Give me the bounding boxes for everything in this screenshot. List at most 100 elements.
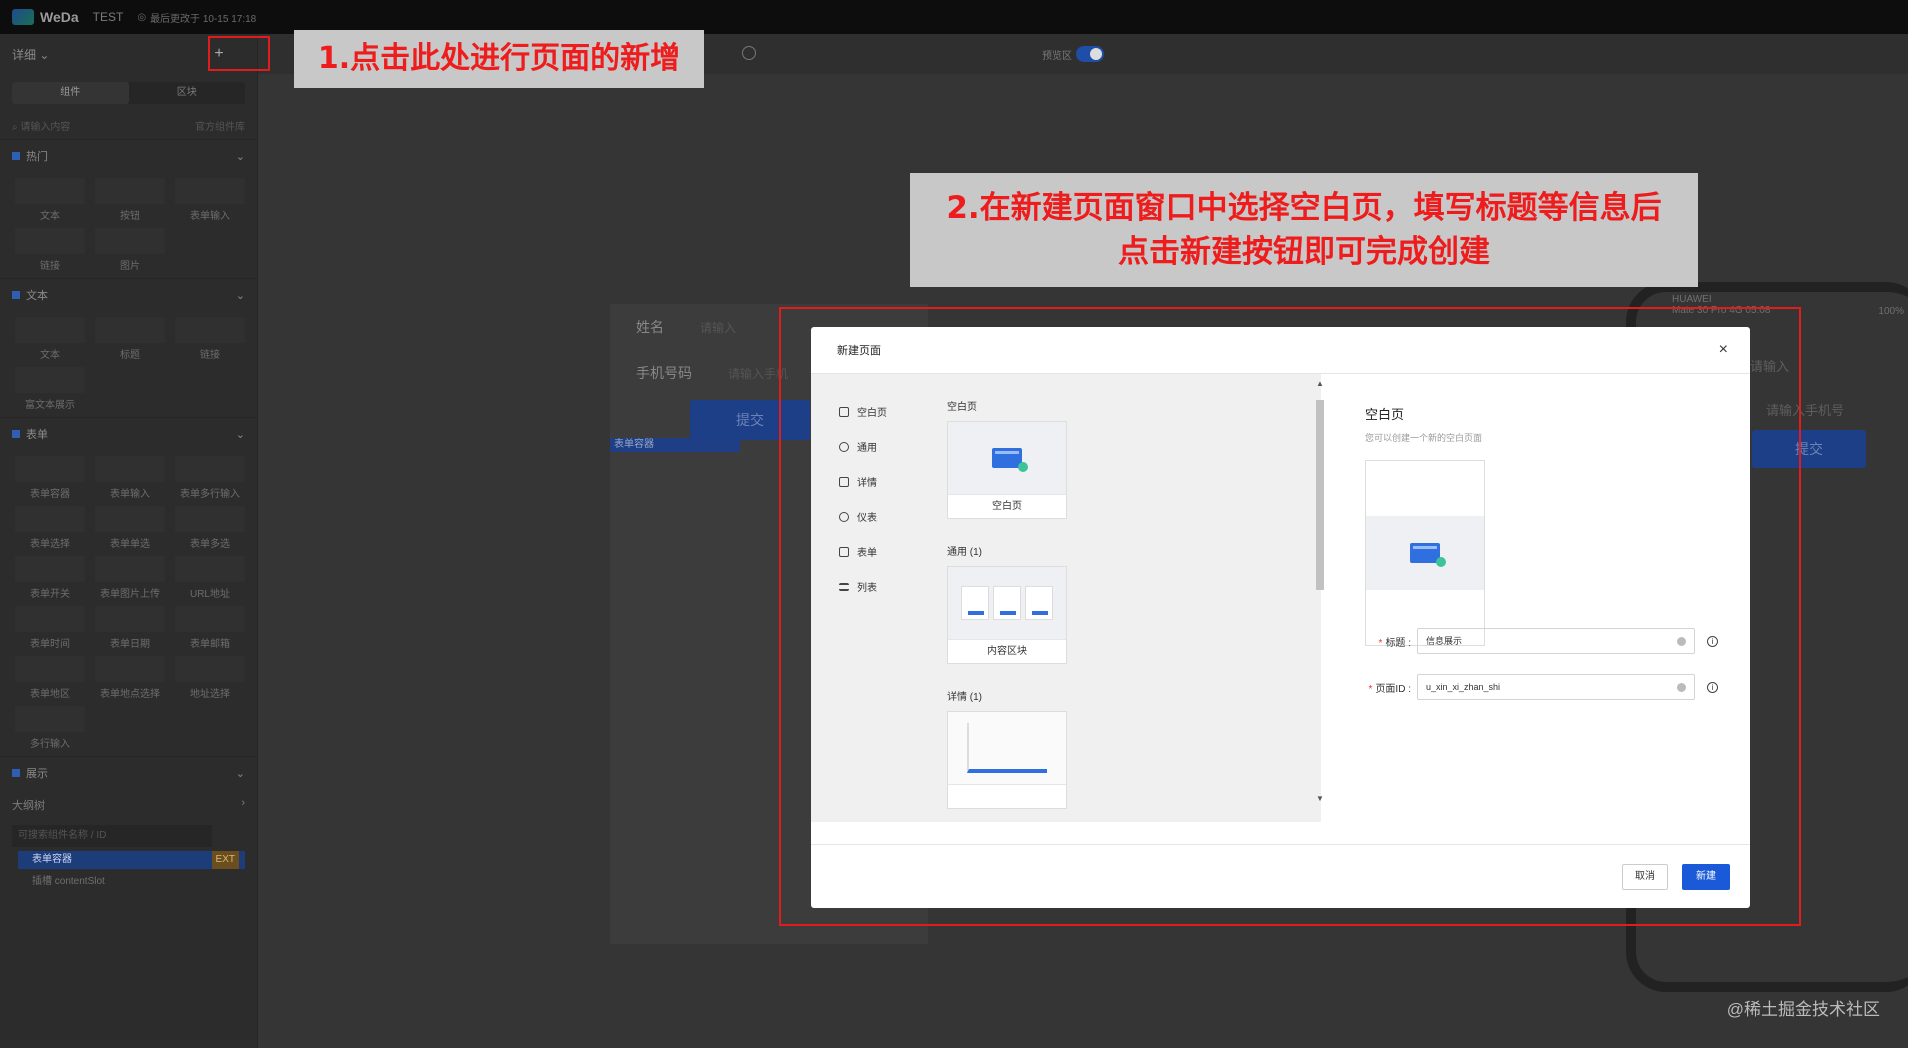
component-item[interactable]: 文本 (12, 178, 88, 222)
component-label: 文本 (40, 350, 60, 361)
outline-tree-header[interactable]: 大纲树 › (0, 789, 257, 821)
category-blank[interactable]: 空白页 (811, 394, 921, 429)
component-item[interactable]: 表单容器 (12, 456, 88, 500)
tree-badge: EXT (211, 851, 239, 869)
component-label: 表单容器 (30, 489, 70, 500)
category-list[interactable]: 列表 (811, 569, 921, 604)
library-select[interactable]: 官方组件库 (195, 118, 245, 133)
check-circle-icon: ◎ (137, 11, 147, 23)
template-preview: 空白页 您可以创建一个新的空白页面 (1351, 374, 1741, 822)
scroll-down-icon[interactable]: ▼ (1316, 795, 1324, 803)
component-label: URL地址 (189, 589, 230, 600)
template-scrollbar[interactable]: ▲ ▼ (1316, 380, 1324, 803)
region-icon (15, 656, 85, 682)
blank-page-icon (992, 448, 1028, 472)
brand-logo[interactable]: WeDa (12, 9, 79, 25)
component-item[interactable]: 表单邮箱 (172, 606, 248, 650)
refresh-icon[interactable] (742, 46, 756, 60)
cancel-button[interactable]: 取消 (1622, 864, 1668, 890)
category-dashboard[interactable]: 仪表 (811, 499, 921, 534)
template-thumb (948, 422, 1066, 495)
component-item[interactable]: URL地址 (172, 556, 248, 600)
component-item[interactable]: 链接 (12, 228, 88, 272)
tab-components[interactable]: 组件 (12, 82, 129, 104)
template-name: 空白页 (992, 501, 1022, 512)
component-item[interactable]: 表单单选 (92, 506, 168, 550)
page-id-input[interactable]: u_xin_xi_zhan_shi (1417, 674, 1695, 700)
tree-item-content-slot[interactable]: 插槽 contentSlot (18, 873, 245, 891)
component-item[interactable]: 表单输入 (172, 178, 248, 222)
chevron-down-icon: ⌄ (39, 47, 50, 62)
template-card-blank[interactable]: 空白页 (947, 421, 1067, 519)
component-item[interactable]: 多行输入 (12, 706, 88, 750)
component-label: 表单选择 (30, 539, 70, 550)
section-icon (12, 769, 20, 777)
tree-search-input[interactable]: 可搜索组件名称 / ID (12, 825, 212, 847)
component-item[interactable]: 表单时间 (12, 606, 88, 650)
app-name: TEST (92, 10, 124, 24)
component-label: 表单时间 (30, 639, 70, 650)
page-select[interactable]: 详细 ⌄ (12, 46, 49, 63)
chevron-down-icon: ⌄ (235, 289, 245, 302)
component-label: 多行输入 (30, 739, 70, 750)
component-item[interactable]: 表单多行输入 (172, 456, 248, 500)
component-label: 表单输入 (190, 211, 230, 222)
scroll-thumb[interactable] (1316, 400, 1324, 590)
template-card-detail[interactable] (947, 711, 1067, 809)
component-item[interactable]: 地址选择 (172, 656, 248, 700)
component-item[interactable]: 表单日期 (92, 606, 168, 650)
category-form[interactable]: 表单 (811, 534, 921, 569)
page-id-label: * 页面ID : (1368, 683, 1411, 695)
scroll-up-icon[interactable]: ▲ (1316, 380, 1324, 388)
template-category-list: 空白页 通用 详情 仪表 表单 列表 (811, 374, 921, 822)
component-search-input[interactable]: 请输入内容 (20, 122, 70, 133)
component-label: 表单单选 (110, 539, 150, 550)
weda-logo-icon (12, 9, 34, 25)
create-button[interactable]: 新建 (1682, 864, 1730, 890)
location-icon (175, 656, 245, 682)
preview-toggle[interactable] (1076, 46, 1104, 62)
component-item[interactable]: 表单选择 (12, 506, 88, 550)
clear-icon[interactable] (1677, 637, 1686, 646)
component-search[interactable]: ⌕ 请输入内容 官方组件库 (0, 112, 257, 139)
component-item[interactable]: 表单开关 (12, 556, 88, 600)
component-item[interactable]: 链接 (172, 317, 248, 361)
rich-text-icon (15, 367, 85, 393)
section-form[interactable]: 表单 ⌄ (0, 417, 257, 450)
dialog-title: 新建页面 (837, 345, 881, 357)
tab-blocks[interactable]: 区块 (129, 82, 246, 104)
section-display[interactable]: 展示 ⌄ (0, 756, 257, 789)
saved-status: ◎ 最后更改于 10-15 17:18 (137, 10, 256, 25)
component-label: 富文本展示 (25, 400, 75, 411)
section-popular[interactable]: 热门 ⌄ (0, 139, 257, 172)
chevron-down-icon: ⌄ (235, 767, 245, 780)
sidebar-tabs: 组件 区块 (12, 82, 245, 104)
info-icon[interactable]: i (1707, 681, 1718, 693)
component-item[interactable]: 文本 (12, 317, 88, 361)
page-id-input-value: u_xin_xi_zhan_shi (1426, 682, 1501, 692)
component-item[interactable]: 标题 (92, 317, 168, 361)
component-item[interactable]: 富文本展示 (12, 367, 88, 411)
component-item[interactable]: 图片 (92, 228, 168, 272)
category-label: 表单 (857, 548, 877, 559)
tree-item-form-container[interactable]: 表单容器 EXT (18, 851, 245, 869)
category-detail[interactable]: 详情 (811, 464, 921, 499)
component-item[interactable]: 表单地区 (12, 656, 88, 700)
component-item[interactable]: 表单多选 (172, 506, 248, 550)
title-input[interactable]: 信息展示 (1417, 628, 1695, 654)
component-item[interactable]: 表单地点选择 (92, 656, 168, 700)
info-icon[interactable]: i (1707, 635, 1718, 647)
category-general[interactable]: 通用 (811, 429, 921, 464)
image-icon (95, 228, 165, 254)
component-item[interactable]: 表单输入 (92, 456, 168, 500)
thumb-column (1025, 586, 1053, 620)
section-title: 表单 (26, 429, 48, 441)
section-text[interactable]: 文本 ⌄ (0, 278, 257, 311)
component-item[interactable]: 按钮 (92, 178, 168, 222)
component-label: 地址选择 (190, 689, 230, 700)
component-item[interactable]: 表单图片上传 (92, 556, 168, 600)
template-card-content-block[interactable]: 内容区块 (947, 566, 1067, 664)
clear-icon[interactable] (1677, 683, 1686, 692)
selected-component-badge[interactable]: 表单容器 (610, 438, 740, 452)
close-icon[interactable]: × (1719, 341, 1728, 359)
